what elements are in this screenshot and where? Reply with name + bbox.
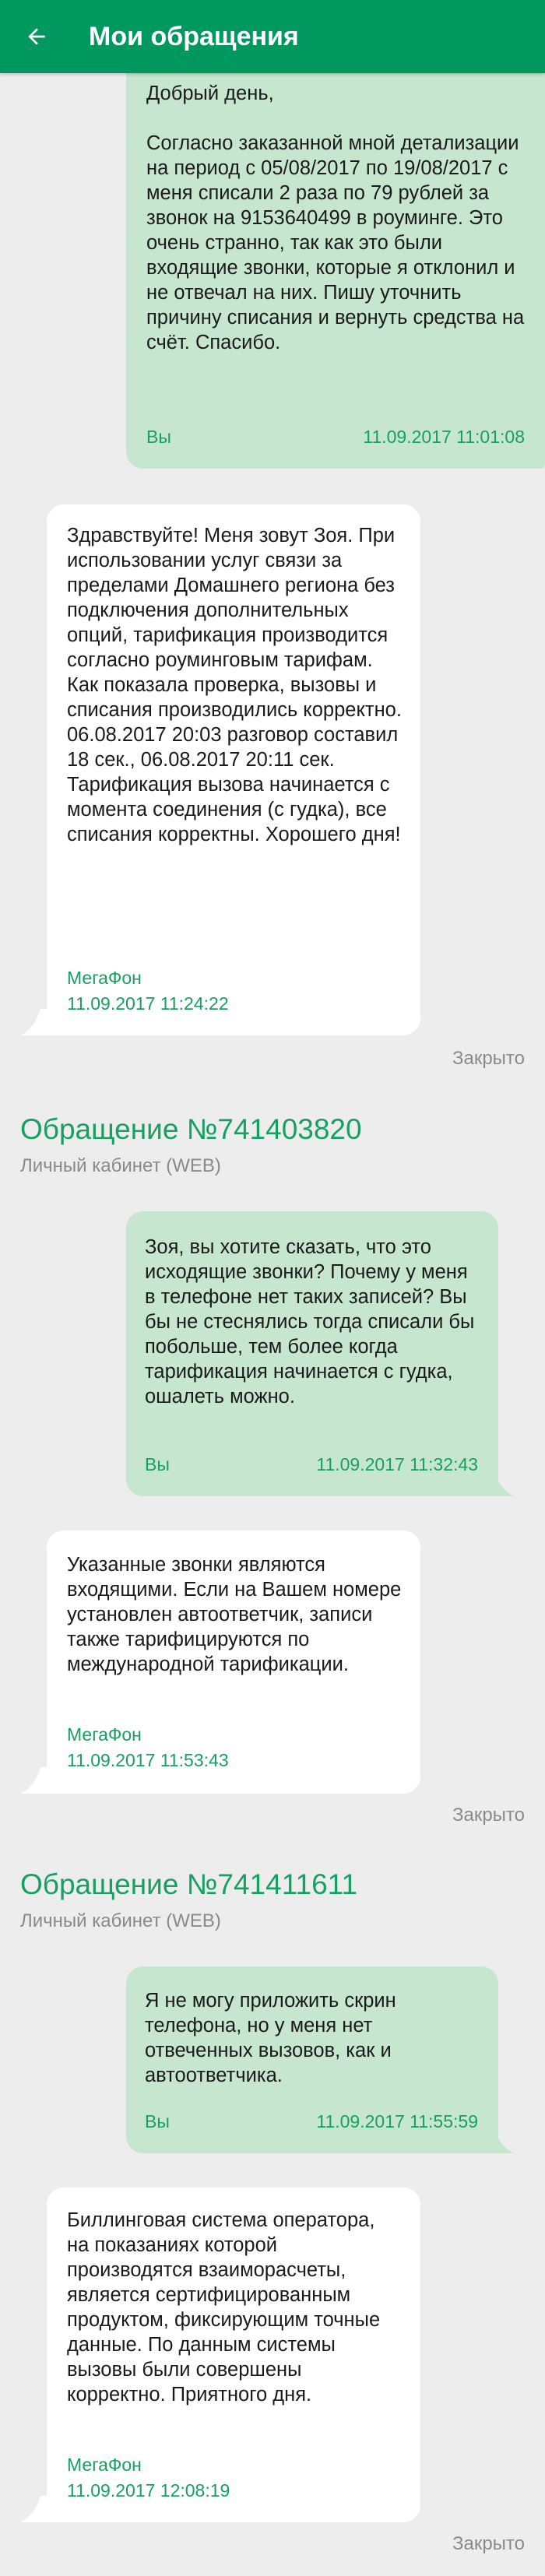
page-title: Мои обращения — [89, 21, 299, 51]
message-time: 11.09.2017 11:24:22 — [67, 993, 229, 1014]
message-time: 11.09.2017 12:08:19 — [67, 2480, 230, 2500]
app-bar: Мои обращения — [0, 0, 545, 73]
message-author: Вы — [145, 2111, 170, 2131]
ticket-channel: Личный кабинет (WEB) — [20, 1910, 221, 1931]
arrow-left-icon — [28, 28, 45, 45]
message-time: 11.09.2017 11:32:43 — [316, 1454, 478, 1474]
user-message-bubble: Я не могу приложить скрин телефона, но у… — [126, 1966, 498, 2153]
message-time: 11.09.2017 11:53:43 — [67, 1750, 229, 1770]
status-badge: Закрыто — [452, 2533, 525, 2554]
message-author: МегаФон — [67, 968, 142, 988]
user-message-bubble: Зоя, вы хотите сказать, что это исходящи… — [126, 1211, 498, 1496]
status-badge: Закрыто — [452, 1048, 525, 1069]
operator-reply-bubble: Биллинговая система оператора, на показа… — [47, 2188, 420, 2522]
message-text: Я не могу приложить скрин телефона, но у… — [145, 1990, 396, 2086]
bubble-tail — [483, 2127, 514, 2153]
message-text: Добрый день, Согласно заказанной мной де… — [146, 83, 525, 353]
message-text: Зоя, вы хотите сказать, что это исходящи… — [145, 1236, 475, 1407]
message-text: Биллинговая система оператора, на показа… — [67, 2209, 381, 2406]
status-badge: Закрыто — [452, 1805, 525, 1826]
message-author: Вы — [146, 427, 171, 447]
message-time: 11.09.2017 11:55:59 — [316, 2111, 478, 2131]
message-time: 11.09.2017 11:01:08 — [363, 427, 525, 447]
back-button[interactable] — [16, 16, 58, 58]
message-text: Здравствуйте! Меня зовут Зоя. При исполь… — [67, 525, 402, 845]
message-author: МегаФон — [67, 2455, 142, 2475]
message-author: Вы — [145, 1454, 170, 1474]
message-text: Указанные звонки являются входящими. Есл… — [67, 1554, 402, 1675]
ticket-title[interactable]: Обращение №741403820 — [20, 1113, 362, 1146]
bubble-tail — [483, 1470, 514, 1496]
ticket-channel: Личный кабинет (WEB) — [20, 1155, 221, 1176]
user-message-bubble: Добрый день, Согласно заказанной мной де… — [126, 47, 545, 469]
ticket-title[interactable]: Обращение №741411611 — [20, 1868, 357, 1901]
operator-reply-bubble: Указанные звонки являются входящими. Есл… — [47, 1530, 420, 1794]
message-author: МегаФон — [67, 1724, 142, 1745]
operator-reply-bubble: Здравствуйте! Меня зовут Зоя. При исполь… — [47, 504, 420, 1035]
